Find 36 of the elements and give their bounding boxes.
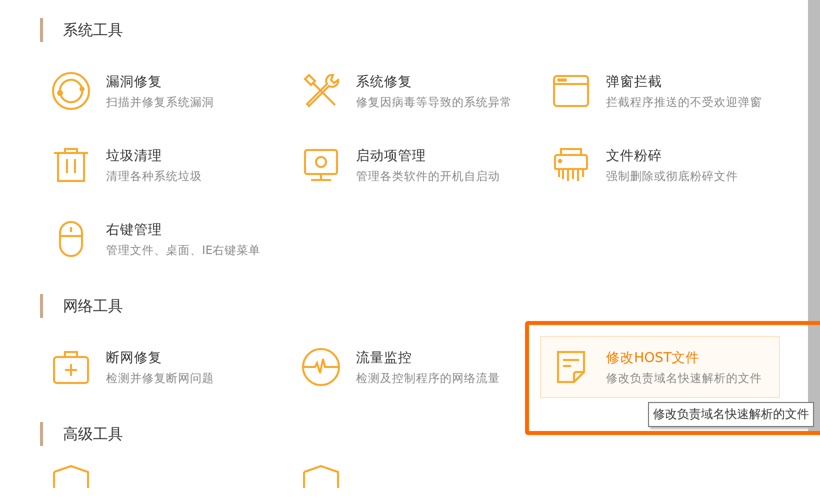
tool-description: 检测并修复断网问题 <box>106 370 214 386</box>
tool-title: 修改HOST文件 <box>606 348 701 366</box>
trash-icon <box>51 145 91 185</box>
tool-title: 漏洞修复 <box>106 72 163 90</box>
tool-title: 系统修复 <box>356 72 413 90</box>
tool-description: 扫描并修复系统漏洞 <box>106 94 214 110</box>
tool-description: 清理各种系统垃圾 <box>106 168 202 184</box>
refresh-circle-icon <box>51 71 91 111</box>
tool-title: 启动项管理 <box>356 146 427 164</box>
tooltip: 修改负责域名快速解析的文件 <box>648 402 814 427</box>
tool-title: 文件粉碎 <box>606 146 663 164</box>
shield-icon <box>51 464 91 488</box>
tool-card[interactable]: 文件粉碎 强制删除或彻底粉碎文件 <box>540 134 780 196</box>
tool-description: 修改负责域名快速解析的文件 <box>606 370 762 386</box>
tool-title: 右键管理 <box>106 220 163 238</box>
tool-card[interactable]: 启动项管理 管理各类软件的开机自启动 <box>290 134 530 196</box>
tool-card[interactable]: 断网修复 检测并修复断网问题 <box>40 336 280 398</box>
scrollbar-thumb[interactable] <box>808 0 820 432</box>
tool-card[interactable]: 漏洞修复 扫描并修复系统漏洞 <box>40 60 280 122</box>
tool-card[interactable]: 垃圾清理 清理各种系统垃圾 <box>40 134 280 196</box>
tool-title: 流量监控 <box>356 348 413 366</box>
tool-title: 弹窗拦截 <box>606 72 663 90</box>
tool-description: 修复因病毒等导致的系统异常 <box>356 94 512 110</box>
tool-description: 管理文件、桌面、IE右键菜单 <box>106 242 261 258</box>
tool-description: 管理各类软件的开机自启动 <box>356 168 500 184</box>
tool-description: 拦截程序推送的不受欢迎弹窗 <box>606 94 762 110</box>
pulse-circle-icon <box>301 347 341 387</box>
tool-description: 强制删除或彻底粉碎文件 <box>606 168 738 184</box>
tool-card[interactable]: 流量监控 检测及控制程序的网络流量 <box>290 336 530 398</box>
tool-description: 检测及控制程序的网络流量 <box>356 370 500 386</box>
tool-card[interactable]: 右键管理 管理文件、桌面、IE右键菜单 <box>40 208 280 270</box>
tool-title: 垃圾清理 <box>106 146 163 164</box>
tool-card[interactable]: 系统修复 修复因病毒等导致的系统异常 <box>290 60 530 122</box>
tool-card[interactable]: 弹窗拦截 拦截程序推送的不受欢迎弹窗 <box>540 60 780 122</box>
tool-title: 断网修复 <box>106 348 163 366</box>
shield-icon <box>301 464 341 488</box>
